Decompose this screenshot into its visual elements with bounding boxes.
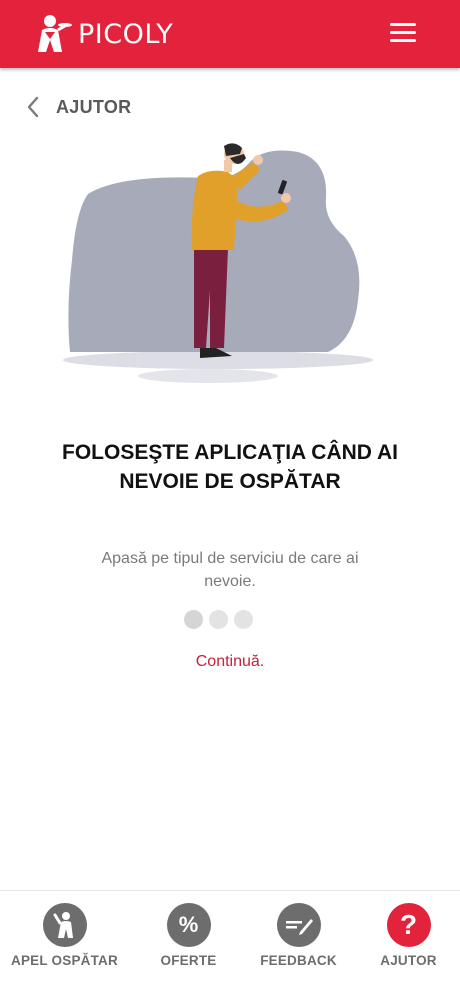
feedback-pen-icon — [276, 903, 321, 947]
pager-dot-2[interactable] — [209, 610, 228, 629]
headline-line-2: NEVOIE DE OSPĂTAR — [119, 470, 341, 493]
description-line-1: Apasă pe tipul de serviciu de care ai — [101, 550, 359, 567]
question-icon: ? — [386, 903, 431, 947]
tab-apel-ospatar[interactable]: APEL OSPĂTAR — [7, 903, 122, 968]
brand-name: PICOLY — [78, 18, 174, 50]
help-illustration — [63, 143, 373, 383]
pager-dot-3[interactable] — [234, 610, 253, 629]
page-title: AJUTOR — [56, 96, 132, 117]
tab-feedback[interactable]: FEEDBACK — [241, 903, 356, 968]
percent-icon: % — [166, 903, 211, 947]
headline-line-1: FOLOSEŞTE APLICAŢIA CÂND AI — [62, 441, 398, 464]
brand-logo[interactable]: PICOLY — [30, 10, 173, 58]
hamburger-menu-icon[interactable] — [390, 22, 416, 44]
tab-oferte[interactable]: % OFERTE — [131, 903, 246, 968]
waiter-call-icon — [42, 903, 87, 947]
tab-label: FEEDBACK — [260, 953, 337, 968]
tab-label: APEL OSPĂTAR — [11, 953, 118, 968]
slide-headline: FOLOSEŞTE APLICAŢIA CÂND AI NEVOIE DE OS… — [40, 438, 420, 496]
tab-label: AJUTOR — [380, 953, 437, 968]
app-header: PICOLY — [0, 0, 460, 68]
tab-ajutor[interactable]: ? AJUTOR — [351, 903, 460, 968]
pager-dot-1[interactable] — [184, 610, 203, 629]
breadcrumb: AJUTOR — [26, 94, 131, 120]
slide-description: Apasă pe tipul de serviciu de care ai ne… — [75, 547, 385, 593]
bottom-tab-bar: APEL OSPĂTAR % OFERTE FEEDBACK ? AJUTOR — [0, 890, 460, 997]
tab-label: OFERTE — [160, 953, 217, 968]
pager-dots — [184, 610, 253, 632]
chevron-left-icon[interactable] — [26, 96, 40, 118]
description-line-2: nevoie. — [204, 573, 256, 590]
waiter-logo-icon — [38, 15, 72, 52]
continue-link[interactable]: Continuă. — [130, 653, 330, 671]
